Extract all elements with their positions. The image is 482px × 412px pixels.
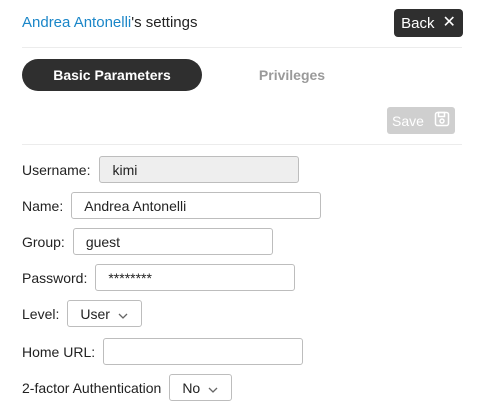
name-label: Name: xyxy=(22,197,64,214)
level-row: Level: User xyxy=(22,300,143,327)
toolbar-divider xyxy=(22,144,462,145)
group-input[interactable]: guest xyxy=(72,228,273,255)
header-divider xyxy=(22,47,462,48)
group-label: Group: xyxy=(22,233,65,250)
close-icon: ✕ xyxy=(442,14,456,31)
tab-label: Privileges xyxy=(258,67,326,83)
level-select[interactable]: User xyxy=(67,300,143,327)
title-suffix: 's settings xyxy=(131,14,198,31)
level-value: User xyxy=(80,305,110,322)
chevron-down-icon xyxy=(208,380,218,396)
group-row: Group: guest xyxy=(22,228,273,255)
two-factor-select[interactable]: No xyxy=(169,374,233,401)
floppy-disk-icon xyxy=(434,111,450,130)
save-label: Save xyxy=(392,112,424,129)
two-factor-label: 2-factor Authentication xyxy=(22,379,162,396)
home-url-input[interactable] xyxy=(103,338,304,365)
tab-privileges[interactable]: Privileges xyxy=(202,59,382,91)
username-label: Username: xyxy=(22,161,91,178)
name-input[interactable]: Andrea Antonelli xyxy=(71,192,322,219)
two-factor-row: 2-factor Authentication No xyxy=(22,374,233,401)
back-button[interactable]: Back ✕ xyxy=(394,9,463,37)
level-label: Level: xyxy=(22,305,60,322)
password-input[interactable]: ******** xyxy=(95,264,296,291)
home-url-label: Home URL: xyxy=(22,343,96,360)
tab-basic-parameters[interactable]: Basic Parameters xyxy=(22,59,202,91)
chevron-down-icon xyxy=(118,306,128,322)
page-title: Andrea Antonelli's settings xyxy=(22,14,197,31)
tab-label: Basic Parameters xyxy=(53,67,171,83)
two-factor-value: No xyxy=(182,379,201,396)
home-url-row: Home URL: xyxy=(22,338,304,365)
username-row: Username: kimi xyxy=(22,156,300,183)
user-name-link[interactable]: Andrea Antonelli xyxy=(22,14,131,31)
password-label: Password: xyxy=(22,269,88,286)
password-row: Password: ******** xyxy=(22,264,296,291)
save-button[interactable]: Save xyxy=(387,107,455,134)
name-row: Name: Andrea Antonelli xyxy=(22,192,322,219)
back-label: Back xyxy=(401,14,435,32)
username-field: kimi xyxy=(99,156,300,183)
